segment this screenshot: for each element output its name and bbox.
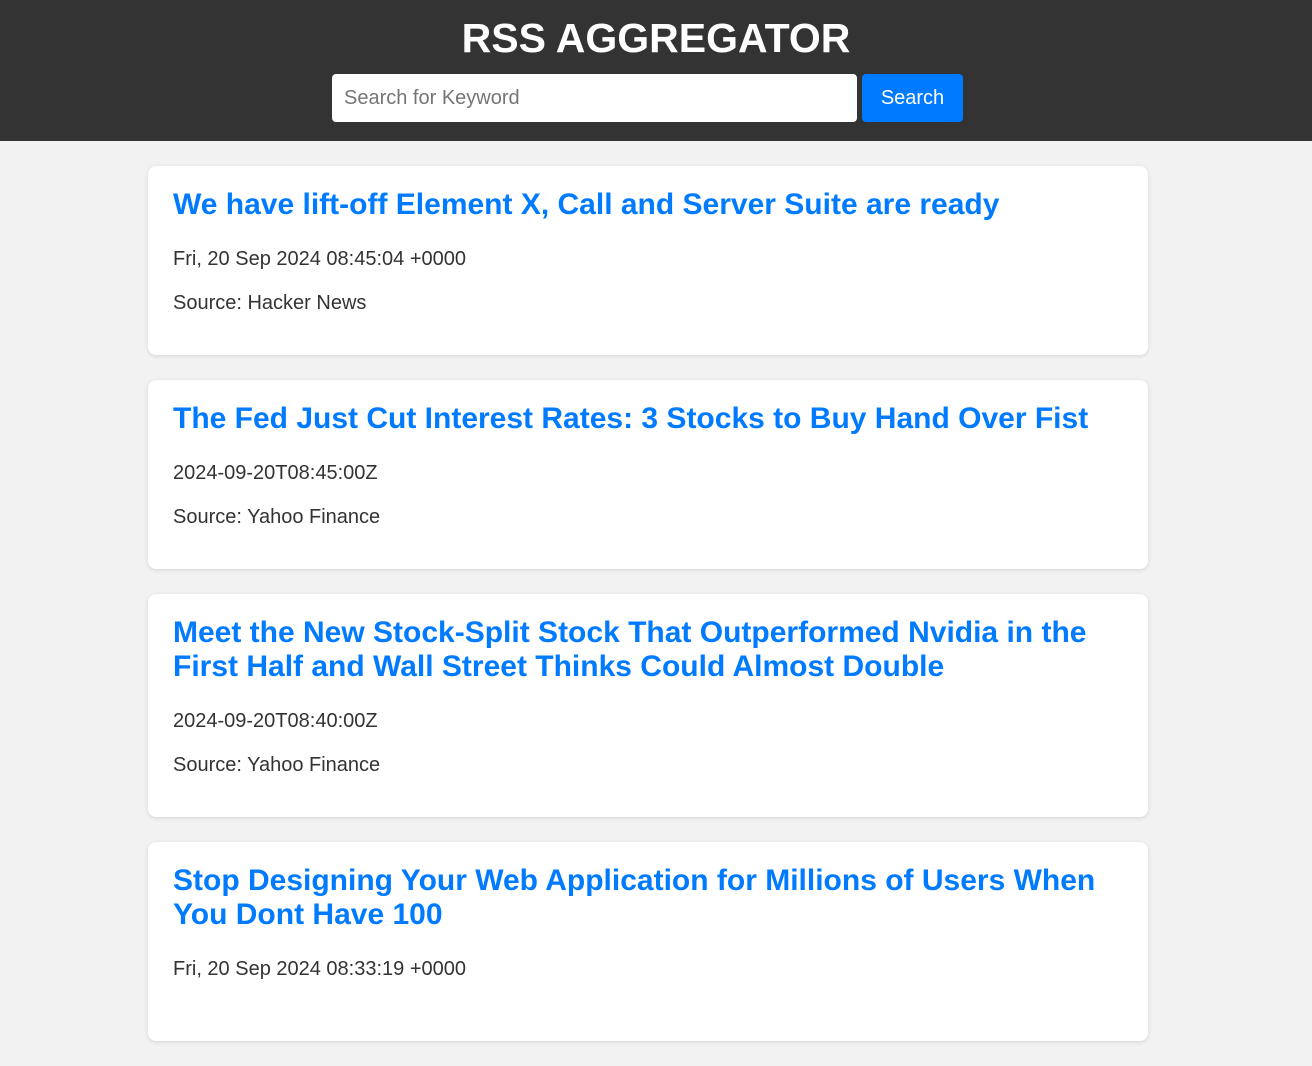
article-feed: We have lift-off Element X, Call and Ser… <box>148 166 1148 1066</box>
article-title-link[interactable]: Meet the New Stock-Split Stock That Outp… <box>173 616 1123 684</box>
article-date: 2024-09-20T08:45:00Z <box>173 462 378 484</box>
article-date: Fri, 20 Sep 2024 08:45:04 +0000 <box>173 248 467 270</box>
article-title-link[interactable]: We have lift-off Element X, Call and Ser… <box>173 188 1123 222</box>
article-title-link[interactable]: The Fed Just Cut Interest Rates: 3 Stock… <box>173 402 1123 436</box>
article-date: Fri, 20 Sep 2024 08:33:19 +0000 <box>173 958 467 980</box>
article-title-link[interactable]: Stop Designing Your Web Application for … <box>173 864 1123 932</box>
search-button[interactable]: Search <box>862 74 963 122</box>
article-source: Source: Hacker News <box>173 292 367 314</box>
article-card: Meet the New Stock-Split Stock That Outp… <box>148 594 1148 817</box>
article-date: 2024-09-20T08:40:00Z <box>173 710 378 732</box>
article-source: Source: Yahoo Finance <box>173 506 381 528</box>
app-title: RSS AGGREGATOR <box>461 15 851 61</box>
app-header: RSS AGGREGATOR Search <box>0 0 1312 141</box>
article-source: Source: Yahoo Finance <box>173 754 381 776</box>
article-card: The Fed Just Cut Interest Rates: 3 Stock… <box>148 380 1148 569</box>
search-input[interactable] <box>332 74 857 122</box>
article-card: We have lift-off Element X, Call and Ser… <box>148 166 1148 355</box>
article-card: Stop Designing Your Web Application for … <box>148 842 1148 1041</box>
